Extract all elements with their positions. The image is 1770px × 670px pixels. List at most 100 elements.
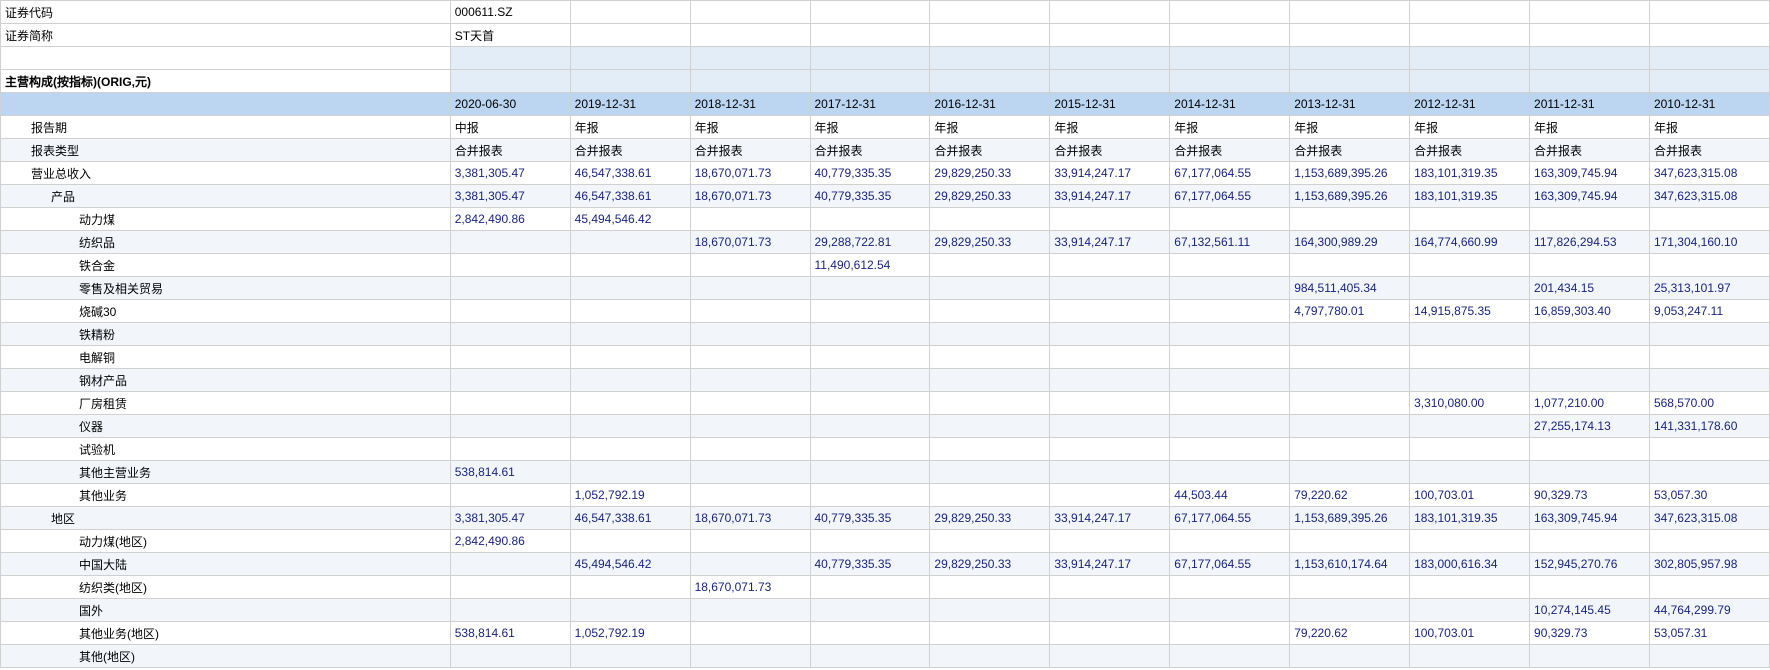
data-cell: [570, 392, 690, 415]
data-cell: [930, 392, 1050, 415]
data-cell: [450, 553, 570, 576]
data-cell: 1,052,792.19: [570, 622, 690, 645]
data-cell: [1290, 392, 1410, 415]
data-cell: [1050, 277, 1170, 300]
row-label: 其他(地区): [1, 645, 451, 668]
data-cell: [450, 484, 570, 507]
row-label: 动力煤(地区): [1, 530, 451, 553]
data-cell: 11,490,612.54: [810, 254, 930, 277]
data-cell: [1170, 622, 1290, 645]
data-cell: 1,153,610,174.64: [1290, 553, 1410, 576]
data-cell: [450, 438, 570, 461]
data-cell: [570, 277, 690, 300]
data-cell: [1410, 369, 1530, 392]
data-cell: [930, 599, 1050, 622]
empty-cell: [1290, 1, 1410, 24]
data-cell: 90,329.73: [1530, 484, 1650, 507]
data-cell: 163,309,745.94: [1530, 507, 1650, 530]
data-cell: 163,309,745.94: [1530, 162, 1650, 185]
data-cell: 33,914,247.17: [1050, 231, 1170, 254]
data-cell: [1290, 576, 1410, 599]
row-label: 报表类型: [1, 139, 451, 162]
data-cell: [1170, 461, 1290, 484]
spacer: [690, 47, 810, 70]
data-cell: 1,153,689,395.26: [1290, 185, 1410, 208]
date-header: 2015-12-31: [1050, 93, 1170, 116]
data-cell: 67,177,064.55: [1170, 162, 1290, 185]
data-cell: [450, 415, 570, 438]
data-cell: [810, 576, 930, 599]
data-cell: 18,670,071.73: [690, 576, 810, 599]
row-label: 电解铜: [1, 346, 451, 369]
data-cell: 27,255,174.13: [1530, 415, 1650, 438]
data-cell: 171,304,160.10: [1649, 231, 1769, 254]
row-label: 铁合金: [1, 254, 451, 277]
row-label: 产品: [1, 185, 451, 208]
date-header: 2012-12-31: [1410, 93, 1530, 116]
empty-cell: [1290, 24, 1410, 47]
data-cell: 67,177,064.55: [1170, 507, 1290, 530]
empty-cell: [1050, 1, 1170, 24]
data-cell: [810, 208, 930, 231]
data-cell: [1290, 254, 1410, 277]
data-cell: [690, 346, 810, 369]
data-cell: 302,805,957.98: [1649, 553, 1769, 576]
data-cell: 3,381,305.47: [450, 162, 570, 185]
data-cell: [1290, 645, 1410, 668]
data-cell: 合并报表: [930, 139, 1050, 162]
data-cell: 53,057.31: [1649, 622, 1769, 645]
data-cell: 16,859,303.40: [1530, 300, 1650, 323]
spacer: [570, 70, 690, 93]
data-cell: [1530, 530, 1650, 553]
data-cell: 29,829,250.33: [930, 507, 1050, 530]
data-cell: 1,052,792.19: [570, 484, 690, 507]
data-cell: 3,381,305.47: [450, 507, 570, 530]
data-cell: [930, 438, 1050, 461]
data-cell: [570, 576, 690, 599]
data-cell: 3,310,080.00: [1410, 392, 1530, 415]
data-cell: 46,547,338.61: [570, 162, 690, 185]
data-cell: [570, 645, 690, 668]
data-cell: 67,177,064.55: [1170, 553, 1290, 576]
empty-cell: [570, 24, 690, 47]
data-cell: 18,670,071.73: [690, 507, 810, 530]
data-cell: [690, 254, 810, 277]
data-cell: [1050, 254, 1170, 277]
data-cell: 33,914,247.17: [1050, 507, 1170, 530]
date-header: 2017-12-31: [810, 93, 930, 116]
spacer: [930, 70, 1050, 93]
section-title: 主营构成(按指标)(ORIG,元): [1, 70, 451, 93]
data-cell: [1410, 323, 1530, 346]
data-cell: [570, 346, 690, 369]
empty-cell: [930, 24, 1050, 47]
data-cell: 中报: [450, 116, 570, 139]
data-cell: 合并报表: [570, 139, 690, 162]
data-cell: [1649, 461, 1769, 484]
data-cell: [570, 254, 690, 277]
data-cell: 100,703.01: [1410, 484, 1530, 507]
data-cell: [930, 346, 1050, 369]
data-cell: [1649, 576, 1769, 599]
empty-cell: [690, 24, 810, 47]
empty-cell: [1170, 1, 1290, 24]
data-cell: 347,623,315.08: [1649, 162, 1769, 185]
data-cell: 合并报表: [1050, 139, 1170, 162]
row-label: 中国大陆: [1, 553, 451, 576]
row-label: 厂房租赁: [1, 392, 451, 415]
data-cell: 年报: [1530, 116, 1650, 139]
row-label: 国外: [1, 599, 451, 622]
data-cell: 538,814.61: [450, 622, 570, 645]
data-cell: [690, 369, 810, 392]
data-cell: [1649, 323, 1769, 346]
data-cell: [690, 645, 810, 668]
spacer: [1649, 70, 1769, 93]
data-cell: [1050, 208, 1170, 231]
data-cell: [1170, 254, 1290, 277]
data-cell: [930, 484, 1050, 507]
data-cell: [450, 277, 570, 300]
row-label: 其他业务(地区): [1, 622, 451, 645]
data-cell: [1530, 346, 1650, 369]
data-cell: [1170, 346, 1290, 369]
date-header: 2014-12-31: [1170, 93, 1290, 116]
data-cell: [810, 530, 930, 553]
